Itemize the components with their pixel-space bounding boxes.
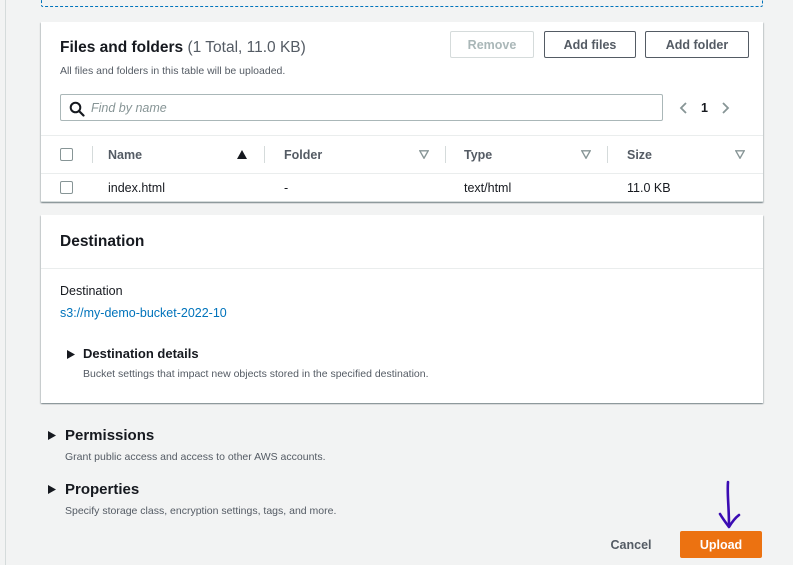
sort-icon[interactable] (419, 150, 429, 159)
files-panel-title: Files and folders (1 Total, 11.0 KB) (60, 39, 306, 57)
table-row: index.html - text/html 11.0 KB (41, 174, 763, 202)
divider (41, 268, 763, 269)
cell-folder: - (284, 180, 289, 195)
column-header-type[interactable]: Type (464, 136, 492, 173)
destination-details-toggle[interactable]: Destination details (83, 346, 199, 361)
sort-icon[interactable] (581, 150, 591, 159)
pagination: 1 (677, 97, 732, 119)
permissions-desc: Grant public access and access to other … (65, 451, 326, 463)
drop-zone-edge[interactable] (41, 0, 763, 7)
column-header-folder[interactable]: Folder (284, 136, 322, 173)
destination-link[interactable]: s3://my-demo-bucket-2022-10 (60, 306, 227, 320)
sort-icon[interactable] (735, 150, 745, 159)
destination-label: Destination (60, 284, 123, 298)
chevron-left-icon[interactable] (677, 101, 691, 115)
column-header-name[interactable]: Name (108, 136, 142, 173)
destination-details-desc: Bucket settings that impact new objects … (83, 368, 429, 380)
page-left-border (5, 0, 6, 565)
caret-right-icon[interactable] (48, 485, 56, 494)
permissions-toggle[interactable]: Permissions (65, 427, 154, 444)
cell-type: text/html (464, 180, 512, 195)
caret-right-icon[interactable] (48, 431, 56, 440)
add-files-button[interactable]: Add files (544, 31, 636, 58)
search-input[interactable] (91, 95, 651, 120)
cell-size: 11.0 KB (627, 180, 671, 195)
upload-button[interactable]: Upload (680, 531, 762, 558)
properties-desc: Specify storage class, encryption settin… (65, 505, 337, 517)
table-header: Name Folder Type Size (41, 135, 763, 174)
properties-toggle[interactable]: Properties (65, 481, 139, 498)
search-icon (69, 101, 85, 117)
sort-ascending-icon[interactable] (237, 150, 247, 159)
files-count: (1 Total, 11.0 KB) (187, 39, 306, 56)
destination-title: Destination (60, 233, 145, 250)
cell-name: index.html (108, 180, 165, 195)
remove-button[interactable]: Remove (450, 31, 534, 58)
column-divider (607, 146, 608, 163)
column-divider (445, 146, 446, 163)
files-title-text: Files and folders (60, 39, 184, 56)
chevron-right-icon[interactable] (718, 101, 732, 115)
column-divider (264, 146, 265, 163)
add-folder-button[interactable]: Add folder (645, 31, 749, 58)
select-all-checkbox[interactable] (60, 148, 73, 161)
cancel-button[interactable]: Cancel (598, 531, 664, 558)
caret-right-icon[interactable] (67, 350, 75, 359)
current-page[interactable]: 1 (701, 101, 708, 115)
row-checkbox[interactable] (60, 181, 73, 194)
column-header-size[interactable]: Size (627, 136, 652, 173)
destination-panel: Destination Destination s3://my-demo-buc… (41, 215, 763, 403)
files-description: All files and folders in this table will… (60, 65, 286, 77)
search-box[interactable] (60, 94, 663, 121)
column-divider (92, 146, 93, 163)
files-and-folders-panel: Files and folders (1 Total, 11.0 KB) All… (41, 22, 763, 202)
down-arrow-icon (718, 480, 741, 529)
